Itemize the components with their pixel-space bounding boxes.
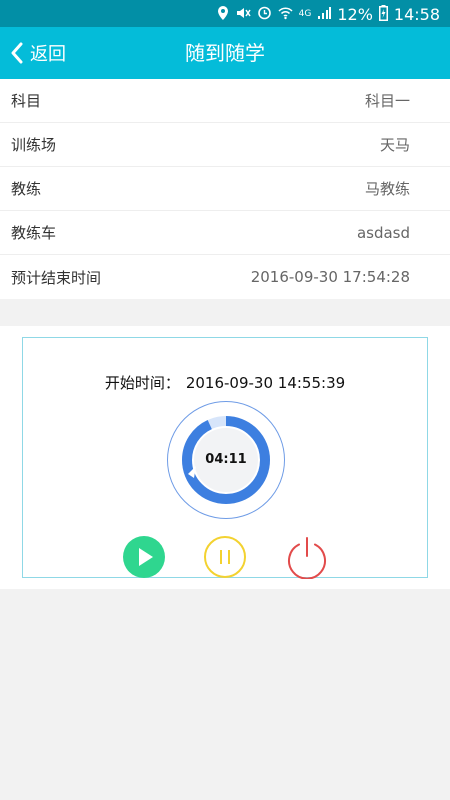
timer-dial: 04:11 [166, 400, 286, 520]
4g-icon: 4G [298, 8, 312, 19]
back-label: 返回 [30, 44, 66, 65]
info-row-end-time: 预计结束时间 2016-09-30 17:54:28 [0, 255, 450, 299]
info-value: 2016-09-30 17:54:28 [250, 268, 410, 286]
info-row-coach-car: 教练车 asdasd [0, 211, 450, 255]
wifi-icon [278, 6, 293, 23]
info-value: asdasd [356, 223, 410, 242]
elapsed-time: 04:11 [205, 452, 247, 467]
info-label: 教练 [11, 180, 42, 198]
location-icon [217, 5, 229, 24]
info-value: 天马 [379, 136, 410, 154]
play-button[interactable] [122, 535, 166, 579]
back-button[interactable]: 返回 [10, 27, 66, 79]
timer-panel: 开始时间： 2016-09-30 14:55:39 04:11 [0, 326, 450, 589]
info-label: 教练车 [11, 224, 57, 242]
info-row-training-ground: 训练场 天马 [0, 123, 450, 167]
battery-percent: 12% [337, 4, 373, 24]
info-value: 科目一 [364, 92, 410, 110]
timer-box: 开始时间： 2016-09-30 14:55:39 04:11 [22, 337, 428, 579]
start-time-line: 开始时间： 2016-09-30 14:55:39 [23, 372, 427, 393]
chevron-left-icon [10, 42, 24, 64]
power-icon [288, 537, 326, 579]
battery-icon [378, 4, 388, 24]
start-time-label: 开始时间： [104, 374, 180, 392]
status-bar: 4G 12% 14:58 [0, 0, 450, 27]
mute-icon [235, 6, 251, 23]
info-value: 马教练 [364, 180, 410, 198]
info-list: 科目 科目一 训练场 天马 教练 马教练 教练车 asdasd 预计结束时间 2… [0, 79, 450, 299]
alarm-icon [257, 5, 272, 23]
info-label: 训练场 [11, 136, 57, 154]
nav-bar: 返回 随到随学 [0, 27, 450, 79]
signal-icon [317, 6, 332, 23]
info-label: 科目 [11, 92, 42, 110]
info-row-coach: 教练 马教练 [0, 167, 450, 211]
info-row-subject: 科目 科目一 [0, 79, 450, 123]
start-time-value: 2016-09-30 14:55:39 [185, 374, 346, 392]
pause-button[interactable] [203, 535, 247, 579]
stop-button[interactable] [285, 535, 329, 579]
page-title: 随到随学 [185, 41, 265, 65]
status-time: 14:58 [393, 4, 440, 24]
status-icons: 4G 12% 14:58 [217, 4, 440, 24]
info-label: 预计结束时间 [11, 268, 102, 287]
